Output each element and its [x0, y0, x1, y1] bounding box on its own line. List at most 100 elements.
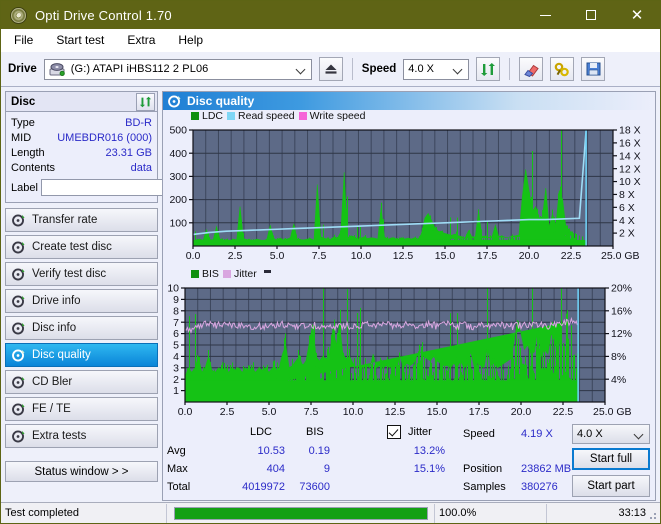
- stats-row-total-label: Total: [167, 481, 191, 493]
- legend-label: Write speed: [309, 110, 366, 122]
- svg-text:12.5: 12.5: [393, 250, 414, 262]
- ldc-chart: LDC Read speed Write speed 100 200 300 400 5…: [163, 110, 655, 268]
- sidebar-item-transfer-rate[interactable]: Transfer rate: [5, 208, 158, 232]
- legend-item-jitter: Jitter: [222, 268, 257, 280]
- disc-refresh-button[interactable]: [136, 92, 155, 111]
- maximize-button[interactable]: [568, 1, 614, 29]
- resize-grip-icon: [646, 509, 657, 520]
- disc-test-icon: [12, 241, 25, 253]
- app-window: Opti Drive Control 1.70 ✕ File Start tes…: [0, 0, 661, 524]
- svg-text:8: 8: [173, 305, 179, 317]
- svg-text:2.5: 2.5: [228, 250, 243, 262]
- sidebar-item-label: Verify test disc: [32, 268, 107, 280]
- elapsed-time: 33:13: [618, 507, 646, 519]
- sidebar-item-drive-info[interactable]: Drive info: [5, 289, 158, 313]
- test-speed-select[interactable]: 4.0 X: [572, 424, 650, 444]
- stats-avg-jitter: 13.2%: [413, 445, 445, 457]
- start-full-button[interactable]: Start full: [572, 448, 650, 470]
- svg-text:8%: 8%: [611, 351, 626, 363]
- floppy-save-icon: [586, 62, 601, 76]
- sidebar-item-label: Drive info: [32, 295, 81, 307]
- menu-start-test[interactable]: Start test: [53, 31, 107, 49]
- start-part-button[interactable]: Start part: [572, 475, 650, 497]
- svg-text:7: 7: [173, 317, 179, 329]
- legend-label: LDC: [202, 110, 224, 122]
- menu-help[interactable]: Help: [175, 31, 206, 49]
- stats-avg-ldc: 10.53: [257, 445, 285, 457]
- disc-row-mid: MID UMEBDR016 (000): [11, 130, 152, 145]
- disc-test-icon: [12, 430, 25, 442]
- sidebar-item-extra-tests[interactable]: Extra tests: [5, 424, 158, 448]
- tools-button[interactable]: [550, 57, 575, 81]
- svg-text:16%: 16%: [611, 305, 632, 317]
- svg-text:5: 5: [173, 340, 179, 352]
- drive-select[interactable]: (G:) ATAPI iHBS112 2 PL06: [43, 58, 312, 80]
- legend-item-ldc: LDC: [191, 110, 223, 122]
- svg-text:6 X: 6 X: [619, 202, 635, 214]
- svg-text:15.0: 15.0: [427, 406, 448, 418]
- disc-test-icon: [168, 95, 181, 107]
- svg-text:8 X: 8 X: [619, 189, 635, 201]
- svg-text:16 X: 16 X: [619, 137, 641, 149]
- disc-row-length: Length 23.31 GB: [11, 145, 152, 160]
- menu-file[interactable]: File: [11, 31, 36, 49]
- stats-row-max-label: Max: [167, 463, 188, 475]
- refresh-button[interactable]: [476, 57, 501, 81]
- chevron-down-icon: [635, 430, 643, 438]
- svg-text:1: 1: [173, 385, 179, 397]
- disc-row-key: Type: [11, 116, 35, 129]
- disc-icon: [10, 6, 27, 24]
- bis-chart: BIS Jitter 1 2 3 4 5 6 7 8 9 10 4% 8% 12% 16% 20% 0.0 2.…: [163, 268, 655, 423]
- speed-select[interactable]: 4.0 X: [403, 58, 470, 80]
- disc-label-key: Label: [11, 181, 38, 194]
- sidebar-item-label: Transfer rate: [32, 214, 98, 226]
- status-window-button[interactable]: Status window > >: [5, 461, 158, 482]
- sidebar-item-label: CD Bler: [32, 376, 73, 388]
- chevron-down-icon: [297, 65, 305, 73]
- sidebar-item-fe-te[interactable]: FE / TE: [5, 397, 158, 421]
- jitter-checkbox[interactable]: [387, 425, 401, 439]
- eject-button[interactable]: [318, 57, 343, 81]
- stats-max-bis: 9: [323, 463, 330, 475]
- status-message: Test completed: [1, 503, 167, 523]
- disc-test-icon: [12, 268, 25, 280]
- sidebar-item-label: Create test disc: [32, 241, 112, 253]
- progress-bar: [173, 506, 428, 520]
- drive-icon: [49, 62, 65, 76]
- disc-panel-header: Disc: [6, 92, 157, 112]
- title-bar: Opti Drive Control 1.70 ✕: [1, 1, 660, 29]
- sidebar-item-disc-info[interactable]: Disc info: [5, 316, 158, 340]
- legend-label: Jitter: [233, 268, 257, 280]
- menu-extra[interactable]: Extra: [124, 31, 158, 49]
- svg-text:25.0 GB: 25.0 GB: [593, 406, 632, 418]
- disc-row-contents: Contents data: [11, 160, 152, 175]
- speed-value: 4.0 X: [408, 63, 434, 75]
- svg-text:10.0: 10.0: [351, 250, 372, 262]
- close-button[interactable]: ✕: [614, 1, 660, 29]
- svg-text:0.0: 0.0: [178, 406, 193, 418]
- speed-label: Speed: [361, 63, 397, 75]
- disc-label-row: Label: [11, 177, 243, 198]
- stats-max-jitter: 15.1%: [413, 463, 445, 475]
- status-bar: Test completed 100.0% 33:13: [1, 502, 660, 523]
- scan-marker-icon: [263, 269, 271, 273]
- disc-test-icon: [12, 403, 25, 415]
- sidebar-item-cd-bler[interactable]: CD Bler: [5, 370, 158, 394]
- svg-text:10 X: 10 X: [619, 176, 641, 188]
- disc-row-key: MID: [11, 131, 32, 144]
- sidebar-item-verify-test-disc[interactable]: Verify test disc: [5, 262, 158, 286]
- svg-text:3: 3: [173, 362, 179, 374]
- sidebar-item-create-test-disc[interactable]: Create test disc: [5, 235, 158, 259]
- disc-row-key: Length: [11, 146, 45, 159]
- minimize-button[interactable]: [522, 1, 568, 29]
- disc-quality-panel: Disc quality LDC Read speed Write speed …: [162, 91, 656, 501]
- erase-button[interactable]: [519, 57, 544, 81]
- svg-text:200: 200: [169, 194, 187, 206]
- disc-test-icon: [12, 214, 25, 226]
- sidebar-item-disc-quality[interactable]: Disc quality: [5, 343, 158, 367]
- refresh-icon: [481, 62, 496, 76]
- svg-text:2: 2: [173, 374, 179, 386]
- save-button[interactable]: [581, 57, 606, 81]
- sidebar-item-label: FE / TE: [32, 403, 71, 415]
- refresh-icon: [139, 96, 152, 107]
